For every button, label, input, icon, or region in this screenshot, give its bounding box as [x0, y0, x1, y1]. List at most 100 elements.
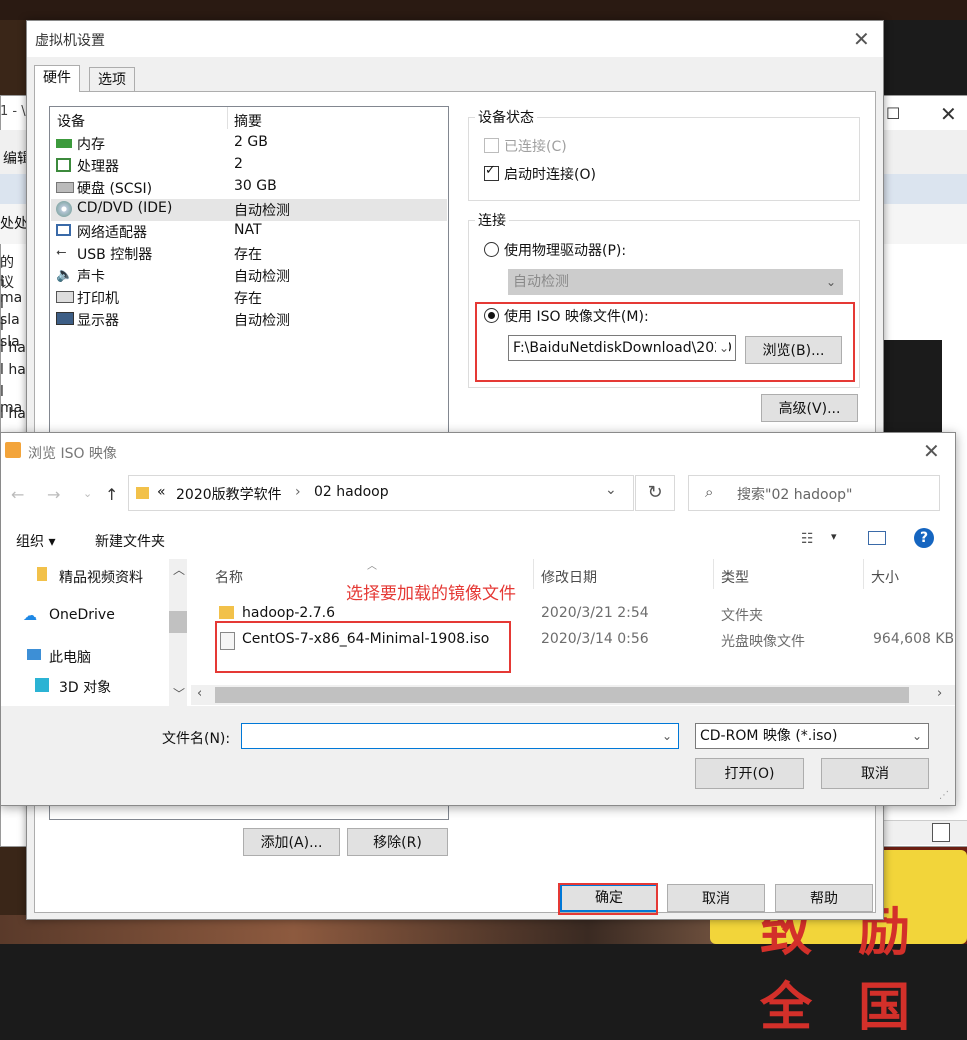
device-row-hard-disk[interactable]: 硬盘 (SCSI) 30 GB: [51, 177, 447, 199]
filename-input[interactable]: ⌄: [241, 723, 679, 749]
device-row-printer[interactable]: 打印机 存在: [51, 287, 447, 309]
library-item[interactable]: l ha: [0, 362, 26, 378]
maximize-icon[interactable]: ☐: [886, 104, 900, 123]
help-icon[interactable]: ?: [914, 528, 934, 548]
nav-item-videos[interactable]: 精品视频资料: [59, 567, 143, 587]
network-adapter-icon: [56, 224, 71, 236]
breadcrumb-item[interactable]: 2020版教学软件: [176, 484, 282, 504]
usb-icon: ⭠: [56, 245, 67, 260]
scroll-thumb[interactable]: [169, 611, 187, 633]
chevron-right-icon[interactable]: ›: [295, 484, 301, 500]
cancel-button[interactable]: 取消: [821, 758, 929, 789]
breadcrumb-overflow[interactable]: «: [157, 484, 166, 500]
chevron-down-icon[interactable]: ▾: [831, 530, 837, 543]
column-separator: [863, 559, 864, 589]
physical-drive-value: 自动检测: [513, 274, 569, 290]
column-header-device[interactable]: 设备: [57, 111, 85, 131]
close-icon[interactable]: ✕: [853, 27, 870, 51]
open-button[interactable]: 打开(O): [695, 758, 804, 789]
device-name: 网络适配器: [77, 225, 147, 241]
device-summary: 自动检测: [234, 313, 290, 329]
device-row-usb[interactable]: ⭠ USB 控制器 存在: [51, 243, 447, 265]
device-summary: 存在: [234, 291, 262, 307]
column-header-type[interactable]: 类型: [721, 567, 749, 587]
view-options-icon[interactable]: ☷: [801, 531, 814, 547]
resize-grip-icon[interactable]: ⋰: [939, 790, 949, 801]
help-button[interactable]: 帮助: [775, 884, 873, 912]
device-row-monitor[interactable]: 显示器 自动检测: [51, 309, 447, 331]
add-device-button[interactable]: 添加(A)...: [243, 828, 340, 856]
column-header-size[interactable]: 大小: [871, 567, 899, 587]
tab-options[interactable]: 选项: [89, 67, 135, 92]
navigation-pane: 精品视频资料 ☁ OneDrive 此电脑 3D 对象: [1, 559, 187, 706]
column-header-summary[interactable]: 摘要: [234, 111, 262, 131]
nav-item-this-pc[interactable]: 此电脑: [49, 647, 91, 667]
up-arrow-icon[interactable]: ↑: [105, 485, 118, 504]
back-arrow-icon[interactable]: ←: [11, 485, 24, 504]
vmware-app-icon: [5, 442, 21, 458]
device-summary: 自动检测: [234, 269, 290, 285]
connected-label: 已连接(C): [504, 139, 567, 155]
nav-item-3d-objects[interactable]: 3D 对象: [59, 677, 111, 697]
address-bar[interactable]: « 2020版教学软件 › 02 hadoop ⌄: [128, 475, 634, 511]
sound-card-icon: 🔈: [56, 267, 74, 283]
chevron-up-icon[interactable]: ︿: [173, 561, 185, 578]
advanced-button[interactable]: 高级(V)...: [761, 394, 858, 422]
device-status-group: [468, 117, 860, 201]
connect-at-power-on-checkbox[interactable]: [484, 163, 499, 181]
desktop-background: [0, 0, 967, 20]
dialog-title: 虚拟机设置: [35, 33, 105, 49]
connect-at-power-on-label: 启动时连接(O): [504, 167, 596, 183]
preview-pane-icon[interactable]: [868, 531, 886, 545]
dialog-title: 浏览 ISO 映像: [28, 446, 117, 462]
device-row-memory[interactable]: 内存 2 GB: [51, 133, 447, 155]
device-row-cd-dvd[interactable]: CD/DVD (IDE) 自动检测: [51, 199, 447, 221]
new-folder-button[interactable]: 新建文件夹: [95, 531, 165, 551]
note-icon[interactable]: [932, 823, 950, 842]
device-row-cpu[interactable]: 处理器 2: [51, 155, 447, 177]
organize-button[interactable]: 组织 ▾: [16, 531, 55, 551]
chevron-left-icon[interactable]: ‹: [197, 686, 202, 701]
chevron-right-icon[interactable]: ›: [937, 686, 942, 701]
device-row-sound-card[interactable]: 🔈 声卡 自动检测: [51, 265, 447, 287]
close-icon[interactable]: ✕: [923, 439, 940, 463]
column-header-modified[interactable]: 修改日期: [541, 567, 597, 587]
monitor-icon: [56, 312, 74, 325]
column-header-name[interactable]: 名称: [215, 567, 243, 587]
search-input[interactable]: ⌕ 搜索"02 hadoop": [688, 475, 940, 511]
breadcrumb-item[interactable]: 02 hadoop: [314, 484, 389, 500]
file-modified: 2020/3/14 0:56: [541, 631, 649, 647]
tab-hardware[interactable]: 硬件: [34, 65, 80, 92]
chevron-down-icon: ⌄: [825, 275, 836, 289]
close-icon[interactable]: ✕: [940, 102, 957, 126]
nav-item-onedrive[interactable]: OneDrive: [49, 607, 115, 623]
file-type-filter[interactable]: CD-ROM 映像 (*.iso) ⌄: [695, 723, 929, 749]
computer-icon: [27, 649, 41, 660]
library-item[interactable]: l ha: [0, 406, 26, 422]
cpu-icon: [56, 158, 71, 172]
file-list-scrollbar[interactable]: ‹ ›: [191, 685, 955, 705]
folder-icon: [219, 606, 234, 619]
physical-drive-select[interactable]: 自动检测 ⌄: [508, 269, 843, 295]
vmware-search-field[interactable]: 处处: [0, 213, 28, 233]
chevron-down-icon[interactable]: ⌄: [605, 482, 617, 498]
refresh-icon[interactable]: ↻: [635, 475, 675, 511]
search-placeholder: 搜索"02 hadoop": [737, 487, 853, 503]
device-summary: 自动检测: [234, 203, 290, 219]
connected-checkbox[interactable]: [484, 138, 499, 153]
chevron-down-icon[interactable]: ﹀: [173, 685, 185, 702]
forward-arrow-icon[interactable]: →: [47, 485, 60, 504]
remove-device-button[interactable]: 移除(R): [347, 828, 448, 856]
physical-drive-radio[interactable]: [484, 242, 499, 257]
nav-scrollbar[interactable]: ︿ ﹀: [169, 559, 187, 706]
recent-locations-icon[interactable]: ⌄: [83, 487, 92, 500]
cancel-button[interactable]: 取消: [667, 884, 765, 912]
file-modified: 2020/3/21 2:54: [541, 605, 649, 621]
highlight-box-iso-file: [215, 621, 511, 673]
highlight-box-ok: [558, 883, 658, 915]
device-row-network-adapter[interactable]: 网络适配器 NAT: [51, 221, 447, 243]
scroll-thumb[interactable]: [215, 687, 909, 703]
library-item[interactable]: l ha: [0, 340, 26, 356]
chevron-down-icon[interactable]: ⌄: [662, 724, 672, 748]
search-icon: ⌕: [705, 483, 714, 501]
